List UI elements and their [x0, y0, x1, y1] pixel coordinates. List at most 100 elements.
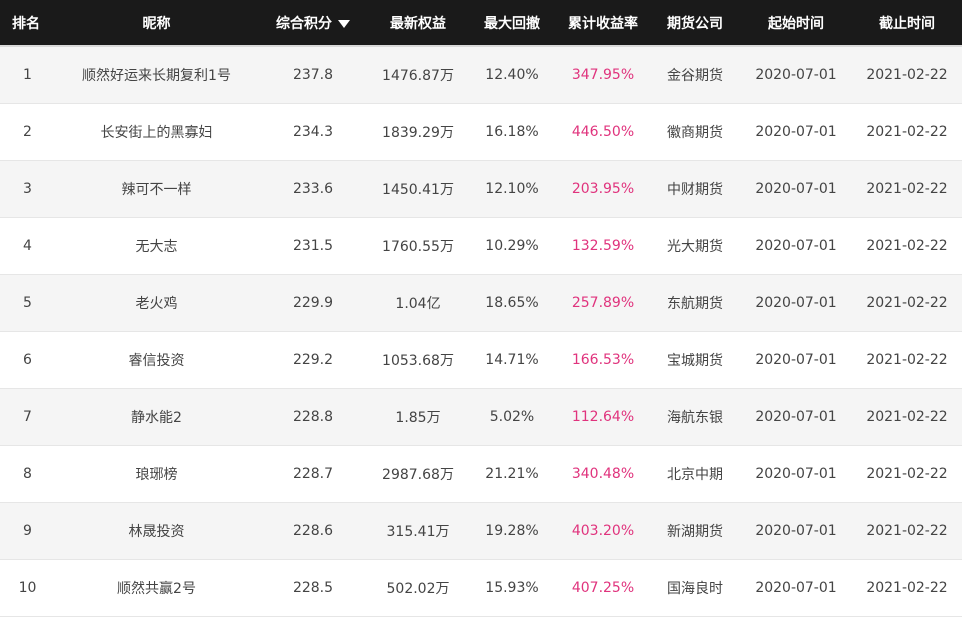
rank-cell: 7 [23, 409, 32, 425]
max-drawdown-cell: 14.71% [485, 352, 539, 368]
end-time-cell: 2021-02-22 [866, 124, 948, 140]
table-row[interactable]: 2 长安街上的黑寡妇 234.3 1839.29万 16.18% 446.50%… [0, 104, 962, 161]
table-row[interactable]: 8 琅琊榜 228.7 2987.68万 21.21% 340.48% 北京中期… [0, 446, 962, 503]
end-time-cell: 2021-02-22 [866, 67, 948, 83]
table-row[interactable]: 7 静水能2 228.8 1.85万 5.02% 112.64% 海航东银 20… [0, 389, 962, 446]
header-start-time: 起始时间 [768, 15, 824, 32]
rank-cell: 9 [23, 523, 32, 539]
nickname-cell[interactable]: 顺然共赢2号 [55, 578, 258, 598]
company-cell: 海航东银 [667, 410, 723, 426]
cum-return-cell: 446.50% [571, 124, 635, 140]
header-rank: 排名 [12, 15, 40, 32]
company-cell: 宝城期货 [667, 353, 723, 369]
end-time-cell: 2021-02-22 [866, 181, 948, 197]
table-row[interactable]: 5 老火鸡 229.9 1.04亿 18.65% 257.89% 东航期货 20… [0, 275, 962, 332]
score-cell: 228.6 [292, 523, 334, 539]
header-equity: 最新权益 [390, 15, 446, 32]
header-company: 期货公司 [667, 15, 723, 32]
rank-cell: 2 [23, 124, 32, 140]
company-cell: 徽商期货 [667, 125, 723, 141]
max-drawdown-cell: 21.21% [485, 466, 539, 482]
nickname-cell[interactable]: 辣可不一样 [55, 179, 258, 199]
equity-cell: 1.85万 [395, 410, 441, 426]
caret-down-icon[interactable] [338, 19, 350, 28]
score-cell: 233.6 [292, 181, 334, 197]
start-time-cell: 2020-07-01 [755, 67, 837, 83]
cum-return-cell: 403.20% [571, 523, 635, 539]
company-cell: 新湖期货 [667, 524, 723, 540]
start-time-cell: 2020-07-01 [755, 295, 837, 311]
start-time-cell: 2020-07-01 [755, 466, 837, 482]
header-score-label: 综合积分 [276, 15, 332, 32]
max-drawdown-cell: 19.28% [485, 523, 539, 539]
cum-return-cell: 347.95% [571, 67, 635, 83]
max-drawdown-cell: 16.18% [485, 124, 539, 140]
max-drawdown-cell: 12.40% [485, 67, 539, 83]
max-drawdown-cell: 18.65% [485, 295, 539, 311]
start-time-cell: 2020-07-01 [755, 580, 837, 596]
header-max-drawdown: 最大回撤 [484, 15, 540, 32]
table-row[interactable]: 3 辣可不一样 233.6 1450.41万 12.10% 203.95% 中财… [0, 161, 962, 218]
max-drawdown-cell: 12.10% [485, 181, 539, 197]
equity-cell: 1760.55万 [382, 239, 454, 255]
table-row[interactable]: 4 无大志 231.5 1760.55万 10.29% 132.59% 光大期货… [0, 218, 962, 275]
table-row[interactable]: 9 林晟投资 228.6 315.41万 19.28% 403.20% 新湖期货… [0, 503, 962, 560]
rank-cell: 10 [18, 580, 37, 596]
cum-return-cell: 340.48% [571, 466, 635, 482]
header-cum-return: 累计收益率 [568, 15, 638, 32]
nickname-cell[interactable]: 长安街上的黑寡妇 [55, 122, 258, 142]
header-end-time: 截止时间 [879, 15, 935, 32]
cum-return-cell: 203.95% [571, 181, 635, 197]
end-time-cell: 2021-02-22 [866, 238, 948, 254]
score-cell: 231.5 [292, 238, 334, 254]
nickname-cell[interactable]: 林晟投资 [55, 521, 258, 541]
table-body: 1 顺然好运来长期复利1号 237.8 1476.87万 12.40% 347.… [0, 47, 962, 617]
equity-cell: 1053.68万 [382, 353, 454, 369]
cum-return-cell: 132.59% [571, 238, 635, 254]
company-cell: 光大期货 [667, 239, 723, 255]
start-time-cell: 2020-07-01 [755, 124, 837, 140]
end-time-cell: 2021-02-22 [866, 523, 948, 539]
end-time-cell: 2021-02-22 [866, 352, 948, 368]
header-score-sort[interactable]: 综合积分 [258, 13, 368, 33]
equity-cell: 1.04亿 [395, 296, 441, 312]
nickname-cell[interactable]: 顺然好运来长期复利1号 [55, 65, 258, 85]
equity-cell: 2987.68万 [382, 467, 454, 483]
end-time-cell: 2021-02-22 [866, 466, 948, 482]
rank-cell: 4 [23, 238, 32, 254]
ranking-table: 排名 昵称 综合积分 最新权益 最大回撤 累计收益率 期货公司 起始时间 截止时… [0, 0, 962, 617]
nickname-cell[interactable]: 静水能2 [55, 407, 258, 427]
score-cell: 228.5 [292, 580, 334, 596]
score-cell: 229.2 [292, 352, 334, 368]
table-header: 排名 昵称 综合积分 最新权益 最大回撤 累计收益率 期货公司 起始时间 截止时… [0, 0, 962, 47]
score-cell: 228.8 [292, 409, 334, 425]
company-cell: 金谷期货 [667, 68, 723, 84]
nickname-cell[interactable]: 老火鸡 [55, 293, 258, 313]
table-row[interactable]: 6 睿信投资 229.2 1053.68万 14.71% 166.53% 宝城期… [0, 332, 962, 389]
nickname-cell[interactable]: 睿信投资 [55, 350, 258, 370]
score-cell: 237.8 [292, 67, 334, 83]
cum-return-cell: 112.64% [571, 409, 635, 425]
cum-return-cell: 407.25% [571, 580, 635, 596]
max-drawdown-cell: 15.93% [485, 580, 539, 596]
score-cell: 229.9 [292, 295, 334, 311]
nickname-cell[interactable]: 无大志 [55, 236, 258, 256]
rank-cell: 1 [23, 67, 32, 83]
nickname-cell[interactable]: 琅琊榜 [55, 464, 258, 484]
score-cell: 234.3 [292, 124, 334, 140]
equity-cell: 1476.87万 [382, 68, 454, 84]
company-cell: 中财期货 [667, 182, 723, 198]
start-time-cell: 2020-07-01 [755, 523, 837, 539]
end-time-cell: 2021-02-22 [866, 295, 948, 311]
company-cell: 北京中期 [667, 467, 723, 483]
equity-cell: 502.02万 [386, 581, 450, 597]
equity-cell: 315.41万 [386, 524, 450, 540]
table-row[interactable]: 10 顺然共赢2号 228.5 502.02万 15.93% 407.25% 国… [0, 560, 962, 617]
equity-cell: 1839.29万 [382, 125, 454, 141]
table-row[interactable]: 1 顺然好运来长期复利1号 237.8 1476.87万 12.40% 347.… [0, 47, 962, 104]
rank-cell: 6 [23, 352, 32, 368]
header-nickname: 昵称 [142, 15, 171, 32]
end-time-cell: 2021-02-22 [866, 409, 948, 425]
score-cell: 228.7 [292, 466, 334, 482]
cum-return-cell: 166.53% [571, 352, 635, 368]
